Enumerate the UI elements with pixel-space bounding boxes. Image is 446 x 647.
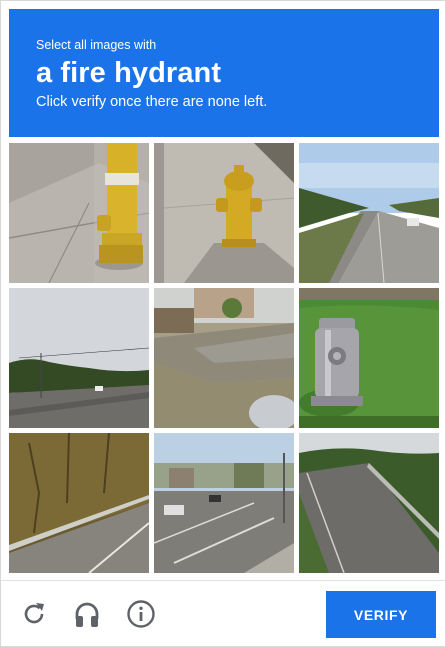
captcha-widget: Select all images with a fire hydrant Cl…: [0, 0, 446, 647]
captcha-footer: VERIFY: [1, 580, 445, 647]
image-tile-6[interactable]: [299, 288, 439, 428]
image-tile-1[interactable]: [9, 143, 149, 283]
verify-button[interactable]: VERIFY: [326, 591, 436, 638]
reload-icon[interactable]: [19, 599, 49, 629]
challenge-header: Select all images with a fire hydrant Cl…: [9, 9, 439, 137]
image-tile-2[interactable]: [154, 143, 294, 283]
image-tile-7[interactable]: [9, 433, 149, 573]
image-tile-9[interactable]: [299, 433, 439, 573]
image-tile-8[interactable]: [154, 433, 294, 573]
instruction-note: Click verify once there are none left.: [36, 94, 268, 110]
image-grid: [9, 143, 439, 573]
headphones-icon[interactable]: [72, 599, 102, 629]
image-tile-5[interactable]: [154, 288, 294, 428]
instruction-small: Select all images with: [36, 38, 157, 52]
target-object: a fire hydrant: [36, 57, 222, 89]
image-tile-4[interactable]: [9, 288, 149, 428]
image-tile-3[interactable]: [299, 143, 439, 283]
info-icon[interactable]: [126, 599, 156, 629]
